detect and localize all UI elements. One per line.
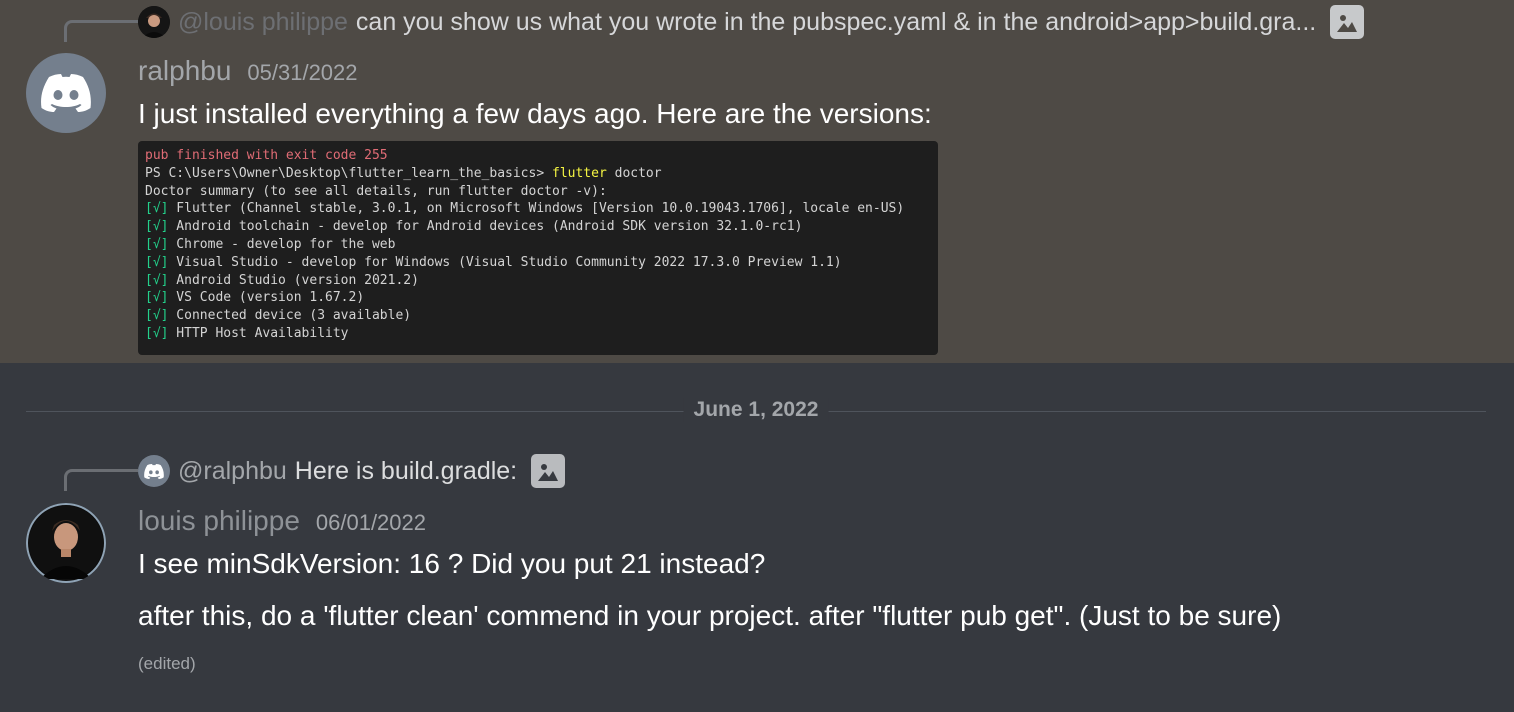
message-text: I just installed everything a few days a… (138, 98, 932, 129)
check-text: HTTP Host Availability (168, 325, 349, 341)
louis-philippe-avatar[interactable] (26, 503, 106, 583)
discord-logo-icon (41, 74, 91, 112)
check-text: Flutter (Channel stable, 3.0.1, on Micro… (168, 201, 905, 217)
check-text: Visual Studio - develop for Windows (Vis… (168, 254, 842, 270)
terminal-check: [√] Android toolchain - develop for Andr… (145, 218, 938, 236)
terminal-check: [√] Flutter (Channel stable, 3.0.1, on M… (145, 200, 938, 218)
ralphbu-mini-avatar-icon[interactable] (138, 455, 170, 487)
check-mark: [√] (145, 290, 169, 306)
author-name[interactable]: ralphbu (138, 55, 231, 87)
reply-mention[interactable]: @ralphbu (178, 457, 287, 486)
check-mark: [√] (145, 201, 169, 217)
check-mark: [√] (145, 272, 169, 288)
terminal-command-line: PS C:\Users\Owner\Desktop\flutter_learn_… (145, 165, 938, 183)
reply-spine (64, 20, 138, 42)
terminal-summary: Doctor summary (to see all details, run … (145, 183, 607, 199)
terminal-check: [√] Chrome - develop for the web (145, 236, 938, 254)
terminal-error-line: pub finished with exit code 255 (145, 148, 388, 163)
check-text: Android toolchain - develop for Android … (168, 219, 803, 235)
ralphbu-avatar[interactable] (26, 53, 106, 133)
check-text: Android Studio (version 2021.2) (168, 272, 419, 288)
check-mark: [√] (145, 236, 169, 252)
image-attachment-icon (531, 454, 566, 488)
date-divider: June 1, 2022 (26, 398, 1486, 426)
terminal-command: flutter (552, 165, 607, 181)
check-mark: [√] (145, 254, 169, 270)
date-divider-label: June 1, 2022 (683, 398, 829, 422)
timestamp[interactable]: 05/31/2022 (247, 60, 357, 86)
louis-mini-avatar-icon[interactable] (138, 6, 170, 38)
reply-preview[interactable]: @ralphbu Here is build.gradle: (138, 451, 566, 491)
edited-label: (edited) (138, 654, 196, 673)
check-mark: [√] (145, 325, 169, 341)
terminal-check: [√] VS Code (version 1.67.2) (145, 289, 938, 307)
reply-text[interactable]: Here is build.gradle: (295, 457, 517, 486)
reply-spine (64, 469, 138, 491)
timestamp[interactable]: 06/01/2022 (316, 510, 426, 536)
message-line: after this, do a 'flutter clean' commend… (138, 600, 1282, 631)
terminal-screenshot-attachment[interactable]: pub finished with exit code 255 PS C:\Us… (138, 141, 938, 355)
terminal-check: [√] Android Studio (version 2021.2) (145, 272, 938, 290)
discord-logo-icon (144, 463, 164, 479)
check-text: Connected device (3 available) (168, 308, 412, 324)
author-name[interactable]: louis philippe (138, 505, 300, 537)
message-line: I see minSdkVersion: 16 ? Did you put 21… (138, 548, 766, 579)
image-attachment-icon (1330, 5, 1365, 39)
check-text: Chrome - develop for the web (168, 236, 396, 252)
check-mark: [√] (145, 308, 169, 324)
reply-text[interactable]: can you show us what you wrote in the pu… (356, 8, 1316, 37)
terminal-check: [√] Connected device (3 available) (145, 307, 938, 325)
check-text: VS Code (version 1.67.2) (168, 290, 365, 306)
person-avatar-icon (29, 506, 103, 580)
reply-preview[interactable]: @louis philippe can you show us what you… (138, 2, 1365, 42)
reply-mention[interactable]: @louis philippe (178, 8, 348, 37)
terminal-command-arg: doctor (606, 165, 662, 181)
message-header: louis philippe 06/01/2022 (138, 505, 426, 537)
terminal-check: [√] Visual Studio - develop for Windows … (145, 254, 938, 272)
terminal-check: [√] HTTP Host Availability (145, 325, 938, 343)
check-mark: [√] (145, 219, 169, 235)
terminal-prompt: PS C:\Users\Owner\Desktop\flutter_learn_… (145, 165, 552, 181)
message-header: ralphbu 05/31/2022 (138, 55, 358, 87)
